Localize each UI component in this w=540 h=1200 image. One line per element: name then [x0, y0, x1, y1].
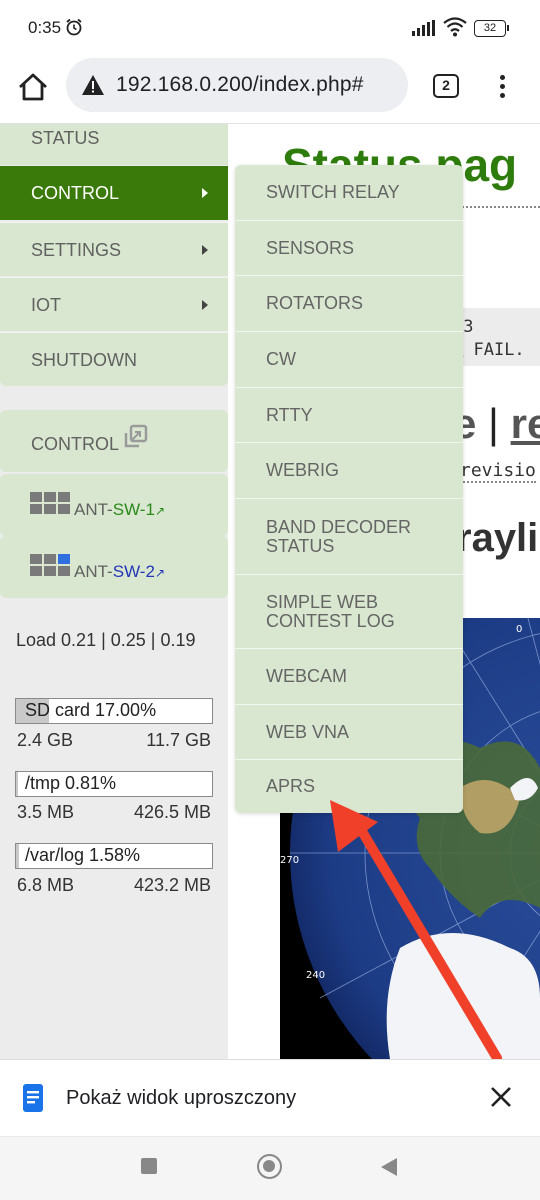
ant-sw-2-item[interactable]: ANT-SW-2↗ — [0, 536, 228, 598]
load-average: Load 0.21 | 0.25 | 0.19 — [16, 630, 196, 650]
disk-label: /tmp 0.81% — [25, 773, 117, 793]
disk-label: SD card 17.00% — [25, 700, 157, 720]
disk-usage-bar: /tmp 0.81% — [15, 771, 213, 797]
submenu-item-rotators[interactable]: ROTATORS — [235, 276, 463, 332]
links-separator: | — [476, 400, 511, 447]
disk-usage-fill — [16, 772, 18, 796]
nav-control[interactable]: CONTROL — [0, 166, 228, 220]
back-button[interactable] — [381, 1158, 397, 1176]
disk-sizes: 6.8 MB 423.2 MB — [17, 875, 211, 896]
disk-sizes: 3.5 MB 426.5 MB — [17, 802, 211, 823]
ant-sw-1-link[interactable]: ANT-SW-1↗ — [74, 500, 165, 520]
submenu-arrow-icon — [202, 300, 208, 310]
nav-label: SETTINGS — [31, 240, 122, 260]
control-panel-header[interactable]: CONTROL — [0, 410, 228, 472]
ant-sw-2-link[interactable]: ANT-SW-2↗ — [74, 562, 165, 582]
submenu-item-webrig[interactable]: WEBRIG — [235, 443, 463, 499]
address-bar[interactable]: 192.168.0.200/index.php# — [66, 58, 408, 112]
sidebar: STATUS CONTROL SETTINGS IOT SHUTDOWN CON… — [0, 124, 228, 1059]
disk-usage-bar: /var/log 1.58% — [15, 843, 213, 869]
disk-label: /var/log 1.58% — [25, 845, 141, 865]
code-line-2: FAIL. — [463, 340, 525, 360]
submenu-item-web-vna[interactable]: WEB VNA — [235, 705, 463, 760]
url-text[interactable]: 192.168.0.200/index.php# — [116, 73, 364, 97]
submenu-item-cw[interactable]: CW — [235, 332, 463, 388]
nav-label: STATUS — [31, 128, 100, 148]
disk-total: 426.5 MB — [133, 802, 211, 822]
links-heading: e | re — [453, 400, 540, 448]
browser-toolbar: 192.168.0.200/index.php# 2 — [0, 58, 540, 124]
close-icon[interactable] — [490, 1086, 512, 1108]
alarm-clock-icon — [66, 18, 82, 36]
nav-shutdown[interactable]: SHUTDOWN — [0, 332, 228, 386]
signal-icon — [412, 20, 435, 36]
submenu-item-aprs[interactable]: APRS — [235, 760, 463, 813]
nav-label: CONTROL — [31, 183, 120, 203]
home-icon[interactable] — [16, 70, 50, 104]
ant-sw-1-item[interactable]: ANT-SW-1↗ — [0, 474, 228, 536]
submenu-arrow-icon — [202, 245, 208, 255]
map-label-270: 270 — [280, 855, 299, 866]
wifi-icon — [443, 17, 467, 37]
external-link-icon: ↗ — [154, 566, 165, 580]
nav-status[interactable]: STATUS — [0, 124, 228, 165]
control-label: CONTROL — [31, 434, 120, 454]
submenu-item-simple-web-contest-log[interactable]: SIMPLE WEB CONTEST LOG — [235, 575, 463, 649]
disk-total: 423.2 MB — [133, 875, 211, 895]
disk-used: 2.4 GB — [17, 730, 74, 750]
map-label-240: 240 — [306, 970, 325, 981]
expand-window-icon[interactable] — [123, 423, 149, 449]
disk-used: 6.8 MB — [17, 875, 75, 895]
home-button[interactable] — [257, 1154, 282, 1179]
submenu-item-switch-relay[interactable]: SWITCH RELAY — [235, 165, 463, 221]
simplified-view-text[interactable]: Pokaż widok uproszczony — [66, 1087, 296, 1110]
external-link-icon: ↗ — [154, 504, 165, 518]
grayline-heading: raylin — [456, 516, 540, 560]
overflow-menu-icon[interactable] — [492, 72, 512, 102]
submenu-item-band-decoder-status[interactable]: BAND DECODER STATUS — [235, 499, 463, 575]
warning-icon[interactable] — [81, 74, 105, 96]
nav-label: IOT — [31, 295, 61, 315]
disk-sizes: 2.4 GB 11.7 GB — [17, 730, 211, 751]
antenna-switch-icon — [30, 492, 70, 516]
status-code-box: 03 d FAIL. — [453, 308, 540, 366]
status-time: 0:35 — [28, 18, 62, 37]
battery-icon: 32 — [474, 20, 509, 37]
submenu-item-rtty[interactable]: RTTY — [235, 388, 463, 443]
submenu-item-webcam[interactable]: WEBCAM — [235, 649, 463, 705]
antenna-switch-icon — [30, 554, 70, 578]
disk-usage-fill — [16, 844, 20, 868]
disk-used: 3.5 MB — [17, 802, 75, 822]
link-fragment-2[interactable]: re — [511, 400, 540, 447]
submenu-arrow-icon — [202, 188, 208, 198]
system-navigation-bar — [0, 1136, 540, 1200]
control-submenu: SWITCH RELAY SENSORS ROTATORS CW RTTY WE… — [235, 165, 463, 813]
map-label-0: 0 — [516, 624, 522, 635]
submenu-item-sensors[interactable]: SENSORS — [235, 221, 463, 276]
nav-label: SHUTDOWN — [31, 350, 137, 370]
recents-button[interactable] — [141, 1158, 157, 1174]
disk-total: 11.7 GB — [146, 730, 211, 750]
status-bar: 0:35 32 — [0, 0, 540, 58]
document-icon — [23, 1084, 43, 1112]
nav-iot[interactable]: IOT — [0, 277, 228, 331]
revision-text: revisio — [460, 460, 536, 483]
disk-usage-bar: SD card 17.00% — [15, 698, 213, 724]
simplified-view-bar[interactable]: Pokaż widok uproszczony — [0, 1059, 540, 1135]
tab-switcher-button[interactable]: 2 — [433, 74, 459, 98]
nav-settings[interactable]: SETTINGS — [0, 222, 228, 276]
